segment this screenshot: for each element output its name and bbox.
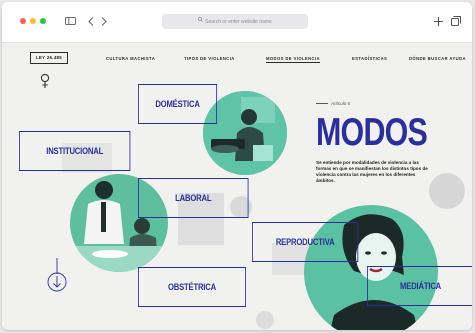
decor-circle — [429, 173, 465, 209]
back-icon[interactable] — [86, 13, 96, 29]
new-tab-icon[interactable] — [432, 13, 444, 29]
venus-icon — [40, 73, 50, 94]
close-window-button[interactable] — [20, 18, 26, 24]
nav-cultura-machista[interactable]: CULTURA MACHISTA — [106, 56, 155, 61]
mode-mediatica-label: MEDIÁTICA — [400, 281, 442, 291]
page-title: MODOS — [316, 111, 428, 154]
mode-institucional-box[interactable]: INSTITUCIONAL — [19, 131, 131, 171]
browser-window: Search or enter website name LEY 26.485 … — [2, 2, 472, 330]
page-description: Se entiende por modalidades de violencia… — [316, 160, 428, 183]
address-placeholder: Search or enter website name — [205, 18, 272, 25]
nav-tipos-de-violencia[interactable]: TIPOS DE VIOLENCIA — [184, 56, 235, 61]
mode-obstetrica-box[interactable]: OBSTÉTRICA — [138, 267, 246, 307]
article-dash — [316, 103, 328, 105]
search-icon — [198, 14, 203, 29]
article-label: Artículo 6 — [316, 101, 350, 106]
webpage: LEY 26.485 CULTURA MACHISTA TIPOS DE VIO… — [2, 43, 472, 330]
decor-circle — [256, 311, 274, 329]
nav-modos-de-violencia[interactable]: MODOS DE VIOLENCIA — [266, 56, 320, 63]
mode-laboral-label: LABORAL — [175, 193, 212, 203]
nav-estadisticas[interactable]: ESTADÍSTICAS — [352, 56, 387, 61]
sidebar-toggle-icon[interactable] — [63, 13, 77, 29]
mode-mediatica-box[interactable]: MEDIÁTICA — [367, 266, 472, 306]
minimize-window-button[interactable] — [30, 18, 36, 24]
tab-overview-icon[interactable] — [450, 13, 462, 29]
browser-toolbar: Search or enter website name — [2, 2, 472, 43]
article-text: Artículo 6 — [331, 101, 351, 106]
arrow-down-circle-icon[interactable] — [46, 258, 68, 299]
mode-domestica-box[interactable]: DOMÉSTICA — [138, 84, 218, 124]
mode-institucional-label: INSTITUCIONAL — [46, 146, 104, 156]
law-badge[interactable]: LEY 26.485 — [30, 52, 68, 64]
mode-reproductiva-label: REPRODUCTIVA — [275, 237, 335, 247]
mode-reproductiva-box[interactable]: REPRODUCTIVA — [252, 222, 359, 262]
maximize-window-button[interactable] — [40, 18, 46, 24]
forward-icon[interactable] — [99, 13, 109, 29]
address-bar[interactable]: Search or enter website name — [162, 14, 308, 29]
mode-domestica-label: DOMÉSTICA — [155, 99, 200, 109]
nav-donde-buscar-ayuda[interactable]: DÓNDE BUSCAR AYUDA — [409, 56, 466, 61]
mode-obstetrica-label: OBSTÉTRICA — [167, 282, 216, 292]
mode-laboral-box[interactable]: LABORAL — [138, 178, 249, 218]
